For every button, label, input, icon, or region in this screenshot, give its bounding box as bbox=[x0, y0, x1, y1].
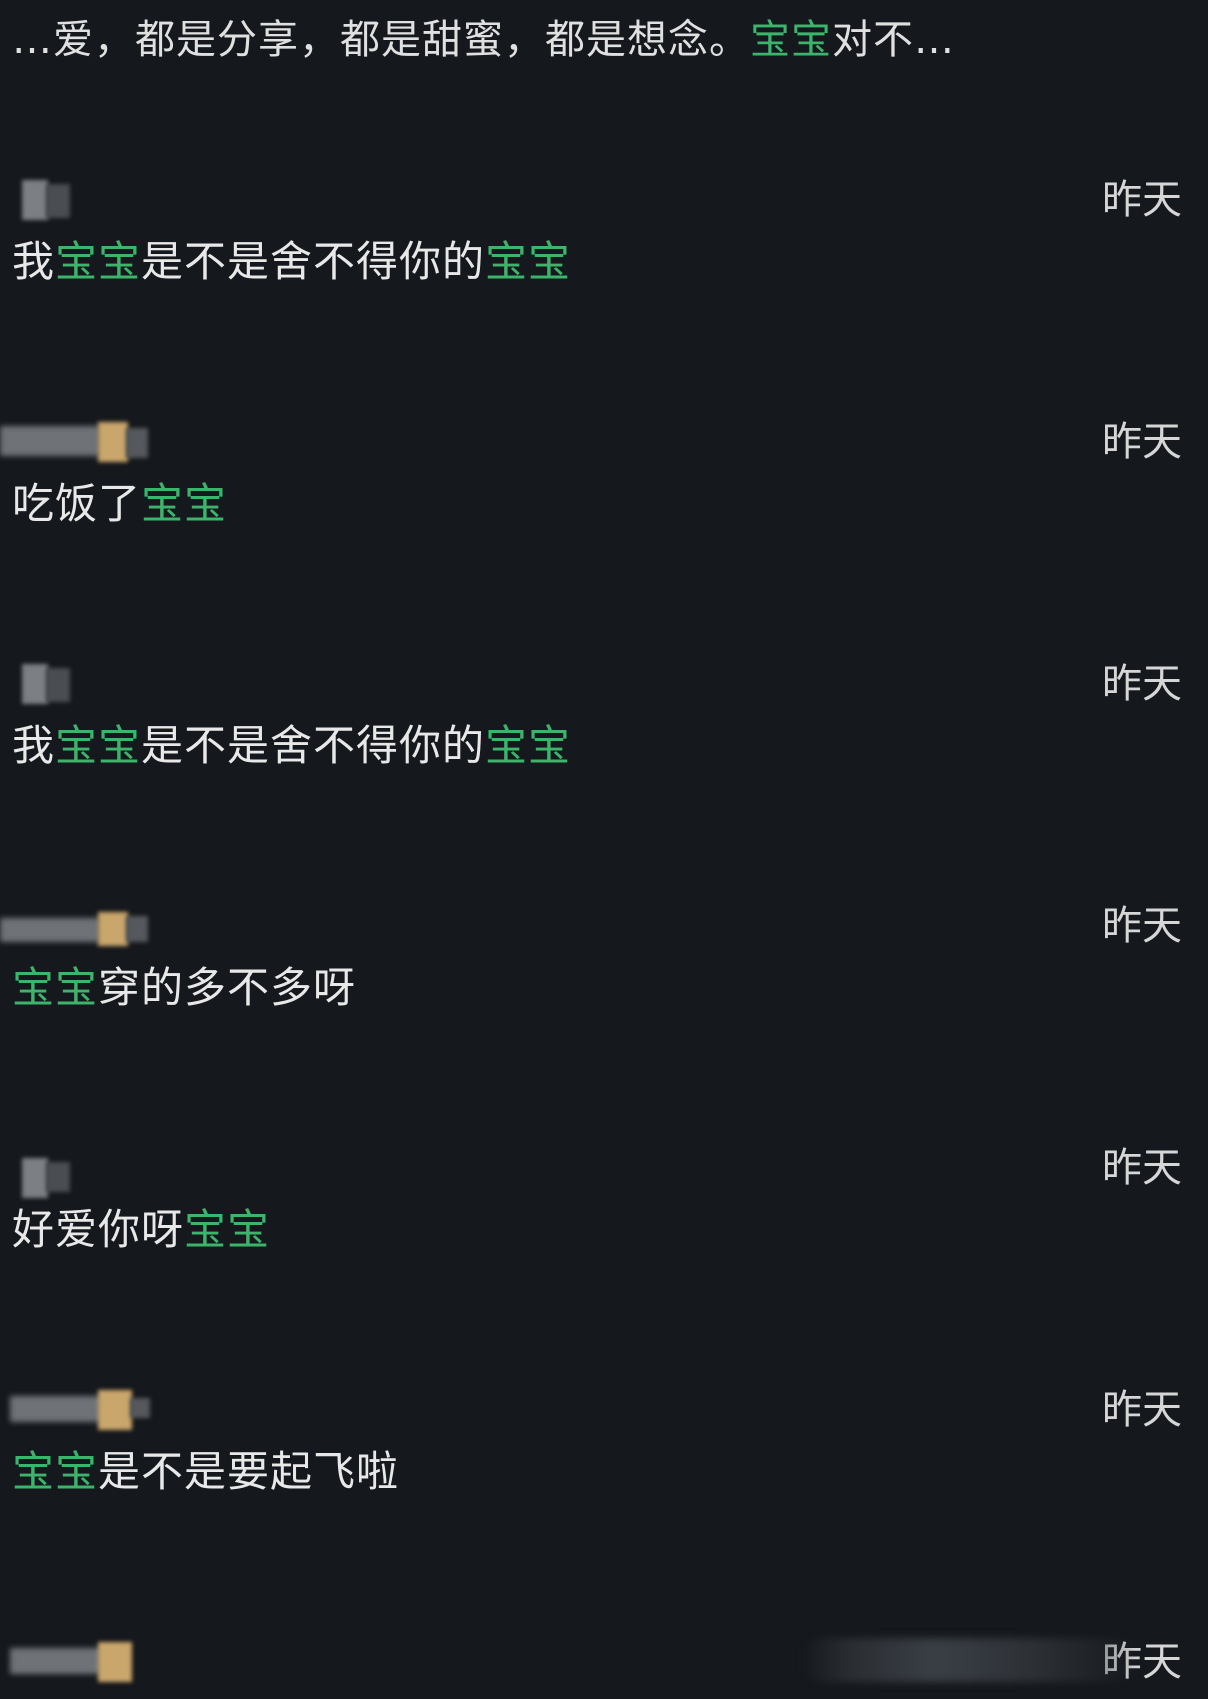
comment-time: 昨天 bbox=[1102, 419, 1182, 465]
comment-item: 昨天 宝宝是不是要起飞啦 bbox=[0, 1382, 1208, 1582]
watermark-smudge bbox=[800, 1638, 1140, 1682]
avatar[interactable] bbox=[0, 1624, 160, 1684]
avatar[interactable] bbox=[0, 1382, 160, 1442]
avatar[interactable] bbox=[0, 414, 160, 474]
comment-item: 昨天 吃饭了宝宝 bbox=[0, 414, 1208, 614]
comment-text[interactable]: 宝宝是不是要起飞啦 bbox=[12, 1442, 399, 1502]
post-snippet[interactable]: …爱，都是分享，都是甜蜜，都是想念。宝宝对不… bbox=[12, 12, 955, 68]
comment-feed: …爱，都是分享，都是甜蜜，都是想念。宝宝对不… 昨天 我宝宝是不是舍不得你的宝宝… bbox=[0, 0, 1208, 1699]
snippet-text-end: 对不… bbox=[832, 17, 955, 63]
comment-item: 昨天 宝宝穿的多不多呀 bbox=[0, 898, 1208, 1098]
comment-time: 昨天 bbox=[1102, 903, 1182, 949]
comment-text[interactable]: 宝宝穿的多不多呀 bbox=[12, 958, 356, 1018]
comment-text[interactable]: 好爱你呀宝宝 bbox=[12, 1200, 270, 1260]
comment-item: 昨天 好爱你呀宝宝 bbox=[0, 1140, 1208, 1340]
comment-text[interactable]: 我宝宝是不是舍不得你的宝宝 bbox=[12, 232, 571, 292]
comment-time: 昨天 bbox=[1102, 661, 1182, 707]
comment-text[interactable]: 我宝宝是不是舍不得你的宝宝 bbox=[12, 716, 571, 776]
comment-item: 昨天 我宝宝是不是舍不得你的宝宝 bbox=[0, 656, 1208, 856]
snippet-highlight: 宝宝 bbox=[750, 17, 832, 63]
avatar[interactable] bbox=[0, 898, 160, 958]
avatar[interactable] bbox=[0, 172, 160, 232]
comment-text[interactable]: 吃饭了宝宝 bbox=[12, 474, 227, 534]
comment-time: 昨天 bbox=[1102, 1145, 1182, 1191]
snippet-text: …爱，都是分享，都是甜蜜，都是想念。 bbox=[12, 17, 750, 63]
comment-item: 昨天 我宝宝是不是舍不得你的宝宝 bbox=[0, 172, 1208, 372]
comment-time: 昨天 bbox=[1102, 1387, 1182, 1433]
avatar[interactable] bbox=[0, 656, 160, 716]
avatar[interactable] bbox=[0, 1140, 160, 1200]
comment-time: 昨天 bbox=[1102, 177, 1182, 223]
